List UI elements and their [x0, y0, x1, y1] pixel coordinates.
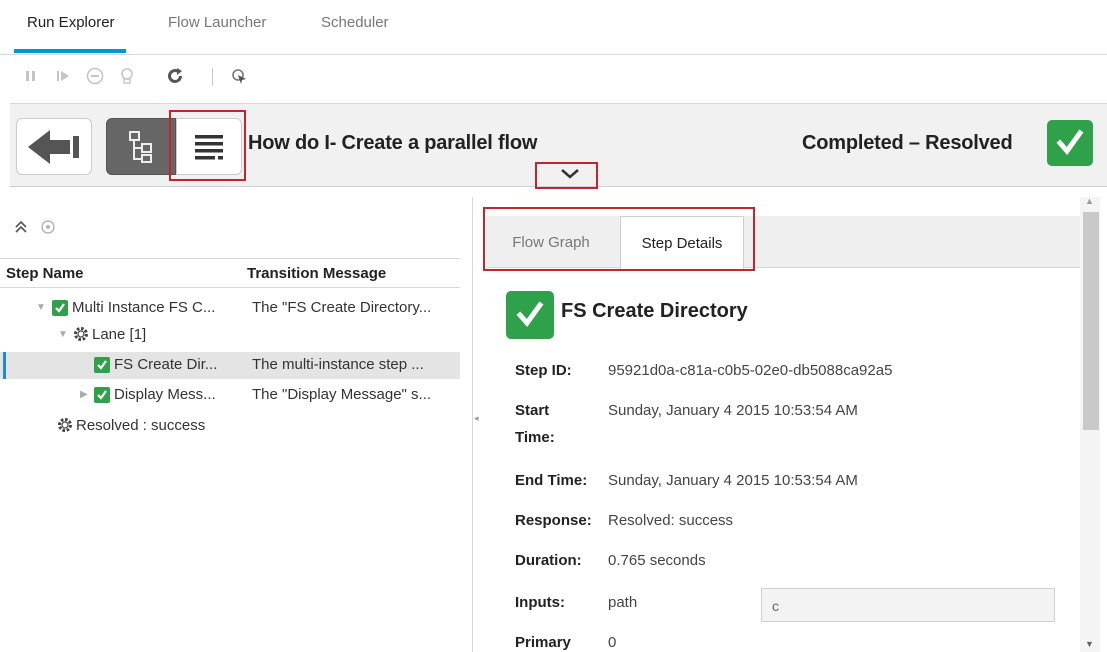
transition-message: The multi-instance step ...	[252, 356, 424, 373]
gear-icon	[72, 325, 90, 343]
top-tab-bar: Run Explorer Flow Launcher Scheduler	[0, 0, 1107, 55]
transition-message: The "Display Message" s...	[252, 386, 432, 403]
step-name-column-header[interactable]: Step Name	[6, 265, 84, 282]
inputs-label: Inputs:	[515, 594, 565, 611]
selection-marker	[3, 352, 6, 379]
start-time-label: Start	[515, 402, 550, 419]
response-value: Resolved: success	[608, 512, 734, 529]
status-check-icon	[1047, 120, 1093, 166]
check-icon	[94, 387, 110, 403]
tree-row[interactable]: ▶ Display Mess... The "Display Message" …	[0, 382, 460, 409]
step-name: Lane [1]	[92, 326, 147, 343]
step-name: Display Mess...	[114, 386, 216, 403]
step-status-check-icon	[506, 291, 554, 339]
scroll-down-icon[interactable]: ▼	[1085, 639, 1094, 649]
flow-title: How do I- Create a parallel flow	[248, 132, 538, 154]
input-value-field[interactable]: c	[761, 588, 1055, 622]
step-name: Multi Instance FS C...	[72, 299, 216, 316]
gear-icon	[56, 416, 74, 434]
tab-flow-launcher[interactable]: Flow Launcher	[168, 14, 266, 31]
run-toolbar	[0, 58, 1107, 98]
scroll-up-icon[interactable]: ▲	[1085, 196, 1094, 206]
expand-highlight	[535, 162, 598, 189]
run-status-text: Completed – Resolved	[802, 132, 1013, 154]
start-time-label-cont: Time:	[515, 429, 555, 446]
tree-row[interactable]: ▼ Multi Instance FS C... The "FS Create …	[0, 295, 460, 322]
pause-icon[interactable]	[20, 65, 42, 87]
response-label: Response:	[515, 512, 592, 529]
tree-row-selected[interactable]: FS Create Dir... The multi-instance step…	[0, 352, 460, 379]
tree-row[interactable]: ▼ Lane [1]	[0, 322, 460, 349]
primary-value: 0	[608, 634, 617, 651]
end-time-value: Sunday, January 4 2015 10:53:54 AM	[608, 472, 858, 489]
tree-view-button[interactable]	[106, 118, 176, 175]
check-icon	[94, 357, 110, 373]
duration-value: 0.765 seconds	[608, 552, 706, 569]
step-id-value: 95921d0a-c81a-c0b5-02e0-db5088ca92a5	[608, 362, 893, 379]
expand-triangle-icon[interactable]: ▼	[36, 302, 46, 313]
duration-label: Duration:	[515, 552, 582, 569]
scrollbar-thumb[interactable]	[1083, 212, 1099, 430]
active-tab-indicator	[14, 49, 126, 53]
divider-handle-icon[interactable]: ◂	[474, 413, 480, 433]
collapsed-triangle-icon[interactable]: ▶	[80, 389, 88, 400]
resume-icon[interactable]	[52, 65, 74, 87]
cancel-icon[interactable]	[84, 65, 106, 87]
step-name: Resolved : success	[76, 417, 206, 434]
tab-scheduler[interactable]: Scheduler	[321, 14, 389, 31]
tree-view-icon	[129, 130, 152, 163]
tree-tools	[14, 219, 74, 239]
expand-triangle-icon[interactable]: ▼	[58, 329, 68, 340]
reassign-icon[interactable]	[116, 65, 138, 87]
tree-row[interactable]: Resolved : success	[0, 413, 460, 440]
detail-tabs-highlight	[483, 207, 755, 271]
tree-header: Step Name Transition Message	[0, 258, 460, 288]
list-view-highlight	[169, 110, 246, 181]
run-header: How do I- Create a parallel flow Complet…	[10, 103, 1107, 189]
step-title: FS Create Directory	[561, 300, 748, 322]
back-arrow-icon	[28, 129, 79, 164]
input-name: path	[608, 594, 638, 611]
transition-message: The "FS Create Directory...	[252, 299, 432, 316]
primary-label: Primary	[515, 634, 571, 651]
end-time-label: End Time:	[515, 472, 588, 489]
back-button[interactable]	[16, 118, 92, 175]
sync-icon[interactable]	[40, 219, 56, 238]
panel-divider[interactable]	[472, 197, 473, 652]
refresh-icon[interactable]	[164, 65, 186, 87]
transition-column-header[interactable]: Transition Message	[247, 265, 386, 282]
step-name: FS Create Dir...	[114, 356, 218, 373]
step-id-label: Step ID:	[515, 362, 572, 379]
select-icon[interactable]	[228, 65, 250, 87]
collapse-all-icon[interactable]	[14, 219, 28, 236]
check-icon	[52, 300, 68, 316]
tab-run-explorer[interactable]: Run Explorer	[27, 14, 115, 31]
toolbar-separator	[212, 68, 213, 86]
start-time-value: Sunday, January 4 2015 10:53:54 AM	[608, 402, 858, 419]
